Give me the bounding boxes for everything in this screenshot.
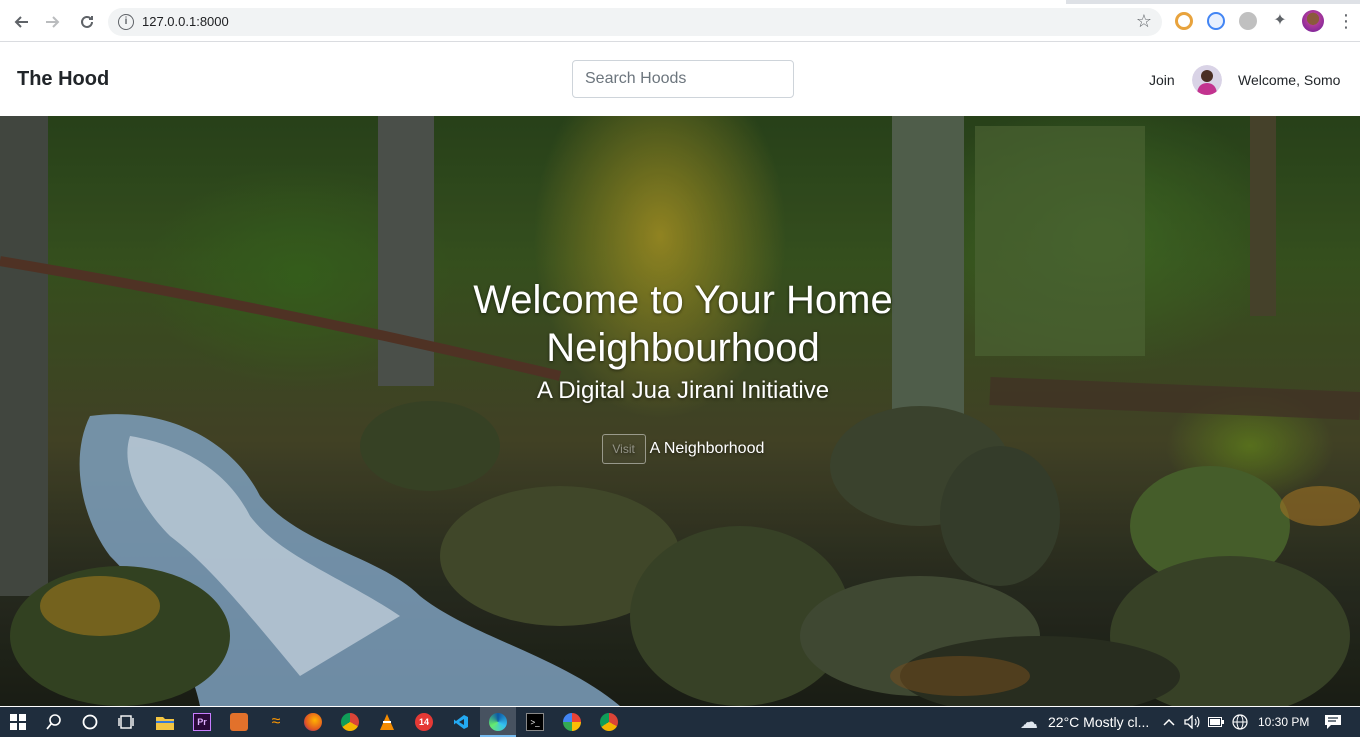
browser-menu-icon[interactable]: ⋮ (1337, 10, 1355, 32)
brand-logo[interactable]: The Hood (17, 68, 109, 91)
firefox-icon[interactable] (304, 713, 322, 731)
extension-icon-2[interactable] (1207, 12, 1225, 30)
extensions-puzzle-icon[interactable]: ✦ (1271, 12, 1289, 30)
user-avatar[interactable] (1192, 65, 1222, 95)
forward-arrow-icon[interactable] (42, 11, 64, 33)
search-icon[interactable] (45, 713, 63, 731)
hero-content: Welcome to Your Home Neighbourhood A Dig… (430, 276, 936, 464)
clock-time[interactable]: 10:30 PM (1258, 715, 1309, 729)
file-explorer-icon[interactable] (156, 713, 174, 731)
chrome-icon[interactable] (341, 713, 359, 731)
hero-subtitle: A Digital Jua Jirani Initiative (536, 377, 830, 404)
browser-chrome: i 127.0.0.1:8000 ☆ ✦ ⋮ (0, 0, 1360, 42)
windows-taskbar: Pr ≈ 14 >_ ☁ 22°C Mostly cl... 10:30 PM (0, 707, 1360, 737)
site-navbar: The Hood Join Welcome, Somo (0, 42, 1360, 116)
chevron-up-icon[interactable] (1160, 713, 1178, 731)
site-info-icon[interactable]: i (118, 14, 134, 30)
task-view-icon[interactable] (117, 713, 135, 731)
edge-icon[interactable] (489, 713, 507, 731)
address-bar[interactable]: i 127.0.0.1:8000 ☆ (108, 8, 1162, 36)
search-input[interactable] (572, 60, 794, 98)
vlc-icon[interactable] (378, 713, 396, 731)
extension-icon-3[interactable] (1239, 12, 1257, 30)
terminal-icon[interactable]: >_ (526, 713, 544, 731)
app-icon-orange[interactable] (230, 713, 248, 731)
notification-badge-icon[interactable]: 14 (415, 713, 433, 731)
premiere-icon[interactable]: Pr (193, 713, 211, 731)
reload-icon[interactable] (76, 11, 98, 33)
hero-banner: Welcome to Your Home Neighbourhood A Dig… (0, 116, 1360, 706)
weather-cloud-icon[interactable]: ☁ (1018, 712, 1040, 732)
vscode-icon[interactable] (452, 713, 470, 731)
network-globe-icon[interactable] (1231, 713, 1249, 731)
chrome-profile-icon[interactable] (600, 713, 618, 731)
extension-icon-1[interactable] (1175, 12, 1193, 30)
hero-title: Welcome to Your Home Neighbourhood (473, 278, 893, 370)
cta-text: A Neighborhood (649, 440, 765, 457)
back-arrow-icon[interactable] (10, 11, 32, 33)
hero-cta: Visit A Neighborhood (430, 434, 936, 464)
photos-icon[interactable] (563, 713, 581, 731)
welcome-text: Welcome, Somo (1238, 72, 1341, 88)
url-text: 127.0.0.1:8000 (142, 14, 229, 29)
sublime-icon[interactable]: ≈ (267, 713, 285, 731)
join-link[interactable]: Join (1149, 72, 1175, 88)
notifications-icon[interactable] (1324, 713, 1342, 731)
visit-button[interactable]: Visit (601, 434, 646, 464)
battery-icon[interactable] (1207, 713, 1225, 731)
cortana-icon[interactable] (81, 713, 99, 731)
active-tab[interactable] (0, 0, 1066, 4)
bookmark-star-icon[interactable]: ☆ (1136, 11, 1152, 32)
volume-icon[interactable] (1183, 713, 1201, 731)
tab-strip (0, 0, 1360, 4)
profile-avatar-icon[interactable] (1302, 10, 1324, 32)
windows-start-icon[interactable] (9, 713, 27, 731)
weather-text[interactable]: 22°C Mostly cl... (1048, 714, 1149, 730)
